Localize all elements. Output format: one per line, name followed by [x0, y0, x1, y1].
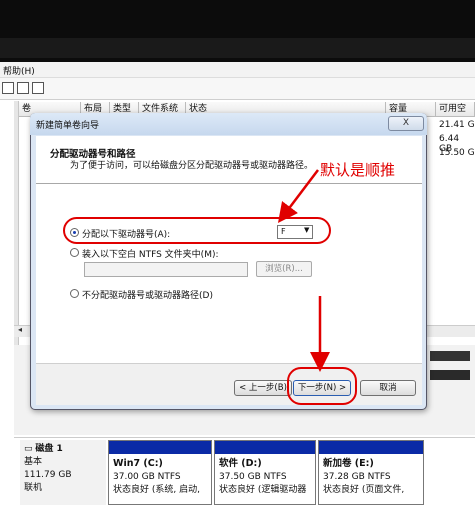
mount-folder-radio[interactable] — [70, 248, 79, 257]
partition-name: Win7 (C:) — [113, 458, 163, 469]
disk-name: 磁盘 1 — [35, 444, 63, 454]
partition-status: 状态良好 (系统, 启动, — [113, 485, 200, 495]
disk-status: 联机 — [24, 483, 43, 493]
help-icon[interactable] — [17, 82, 29, 94]
legend-swatch — [430, 351, 470, 361]
scroll-left-icon[interactable]: ◂ — [18, 325, 22, 334]
disk-label[interactable]: ▭ 磁盘 1 基本 111.79 GB 联机 — [20, 440, 106, 505]
host-title-strip — [0, 38, 475, 58]
folder-path-input[interactable] — [84, 262, 248, 277]
header-description: 为了便于访问，可以给磁盘分区分配驱动器号或驱动器路径。 — [70, 161, 314, 171]
partition-e[interactable]: 新加卷 (E:) 37.28 GB NTFS 状态良好 (页面文件, — [318, 440, 424, 505]
mount-folder-label: 装入以下空白 NTFS 文件夹中(M): — [82, 250, 219, 260]
view-icon[interactable] — [32, 82, 44, 94]
cancel-button[interactable]: 取消 — [360, 380, 416, 396]
partition-status: 状态良好 (页面文件, — [323, 485, 405, 495]
partition-size: 37.50 GB NTFS — [219, 472, 287, 482]
close-button[interactable]: X — [388, 116, 424, 131]
no-assign-radio[interactable] — [70, 289, 79, 298]
partition-name: 软件 (D:) — [219, 458, 262, 469]
highlight-ring-assign — [63, 217, 331, 244]
menu-bar: 帮助(H) — [0, 62, 475, 78]
partition-bar — [215, 441, 315, 454]
partition-c[interactable]: Win7 (C:) 37.00 GB NTFS 状态良好 (系统, 启动, — [108, 440, 212, 505]
disk-type: 基本 — [24, 457, 43, 467]
toolbar — [0, 78, 475, 100]
disk-size: 111.79 GB — [24, 470, 72, 480]
free-space-cell: 21.41 G — [439, 120, 475, 130]
menu-help[interactable]: 帮助(H) — [3, 64, 35, 77]
legend-swatch — [430, 370, 470, 380]
partition-bar — [319, 441, 423, 454]
browse-button[interactable]: 浏览(R)... — [256, 261, 312, 277]
highlight-ring-next — [287, 367, 357, 405]
properties-icon[interactable] — [2, 82, 14, 94]
back-button[interactable]: < 上一步(B) — [234, 380, 292, 396]
partition-d[interactable]: 软件 (D:) 37.50 GB NTFS 状态良好 (逻辑驱动器 — [214, 440, 316, 505]
partition-size: 37.28 GB NTFS — [323, 472, 391, 482]
free-space-cell: 15.50 G — [439, 148, 475, 158]
partition-name: 新加卷 (E:) — [323, 458, 374, 469]
column-free[interactable]: 可用空 — [436, 102, 475, 117]
wizard-title: 新建简单卷向导 — [36, 121, 100, 131]
partition-size: 37.00 GB NTFS — [113, 472, 181, 482]
no-assign-label: 不分配驱动器号或驱动器路径(D) — [82, 291, 213, 301]
disk-icon: ▭ — [24, 444, 33, 454]
partition-status: 状态良好 (逻辑驱动器 — [219, 485, 307, 495]
annotation-note: 默认是顺推 — [320, 161, 396, 179]
partition-bar — [109, 441, 211, 454]
